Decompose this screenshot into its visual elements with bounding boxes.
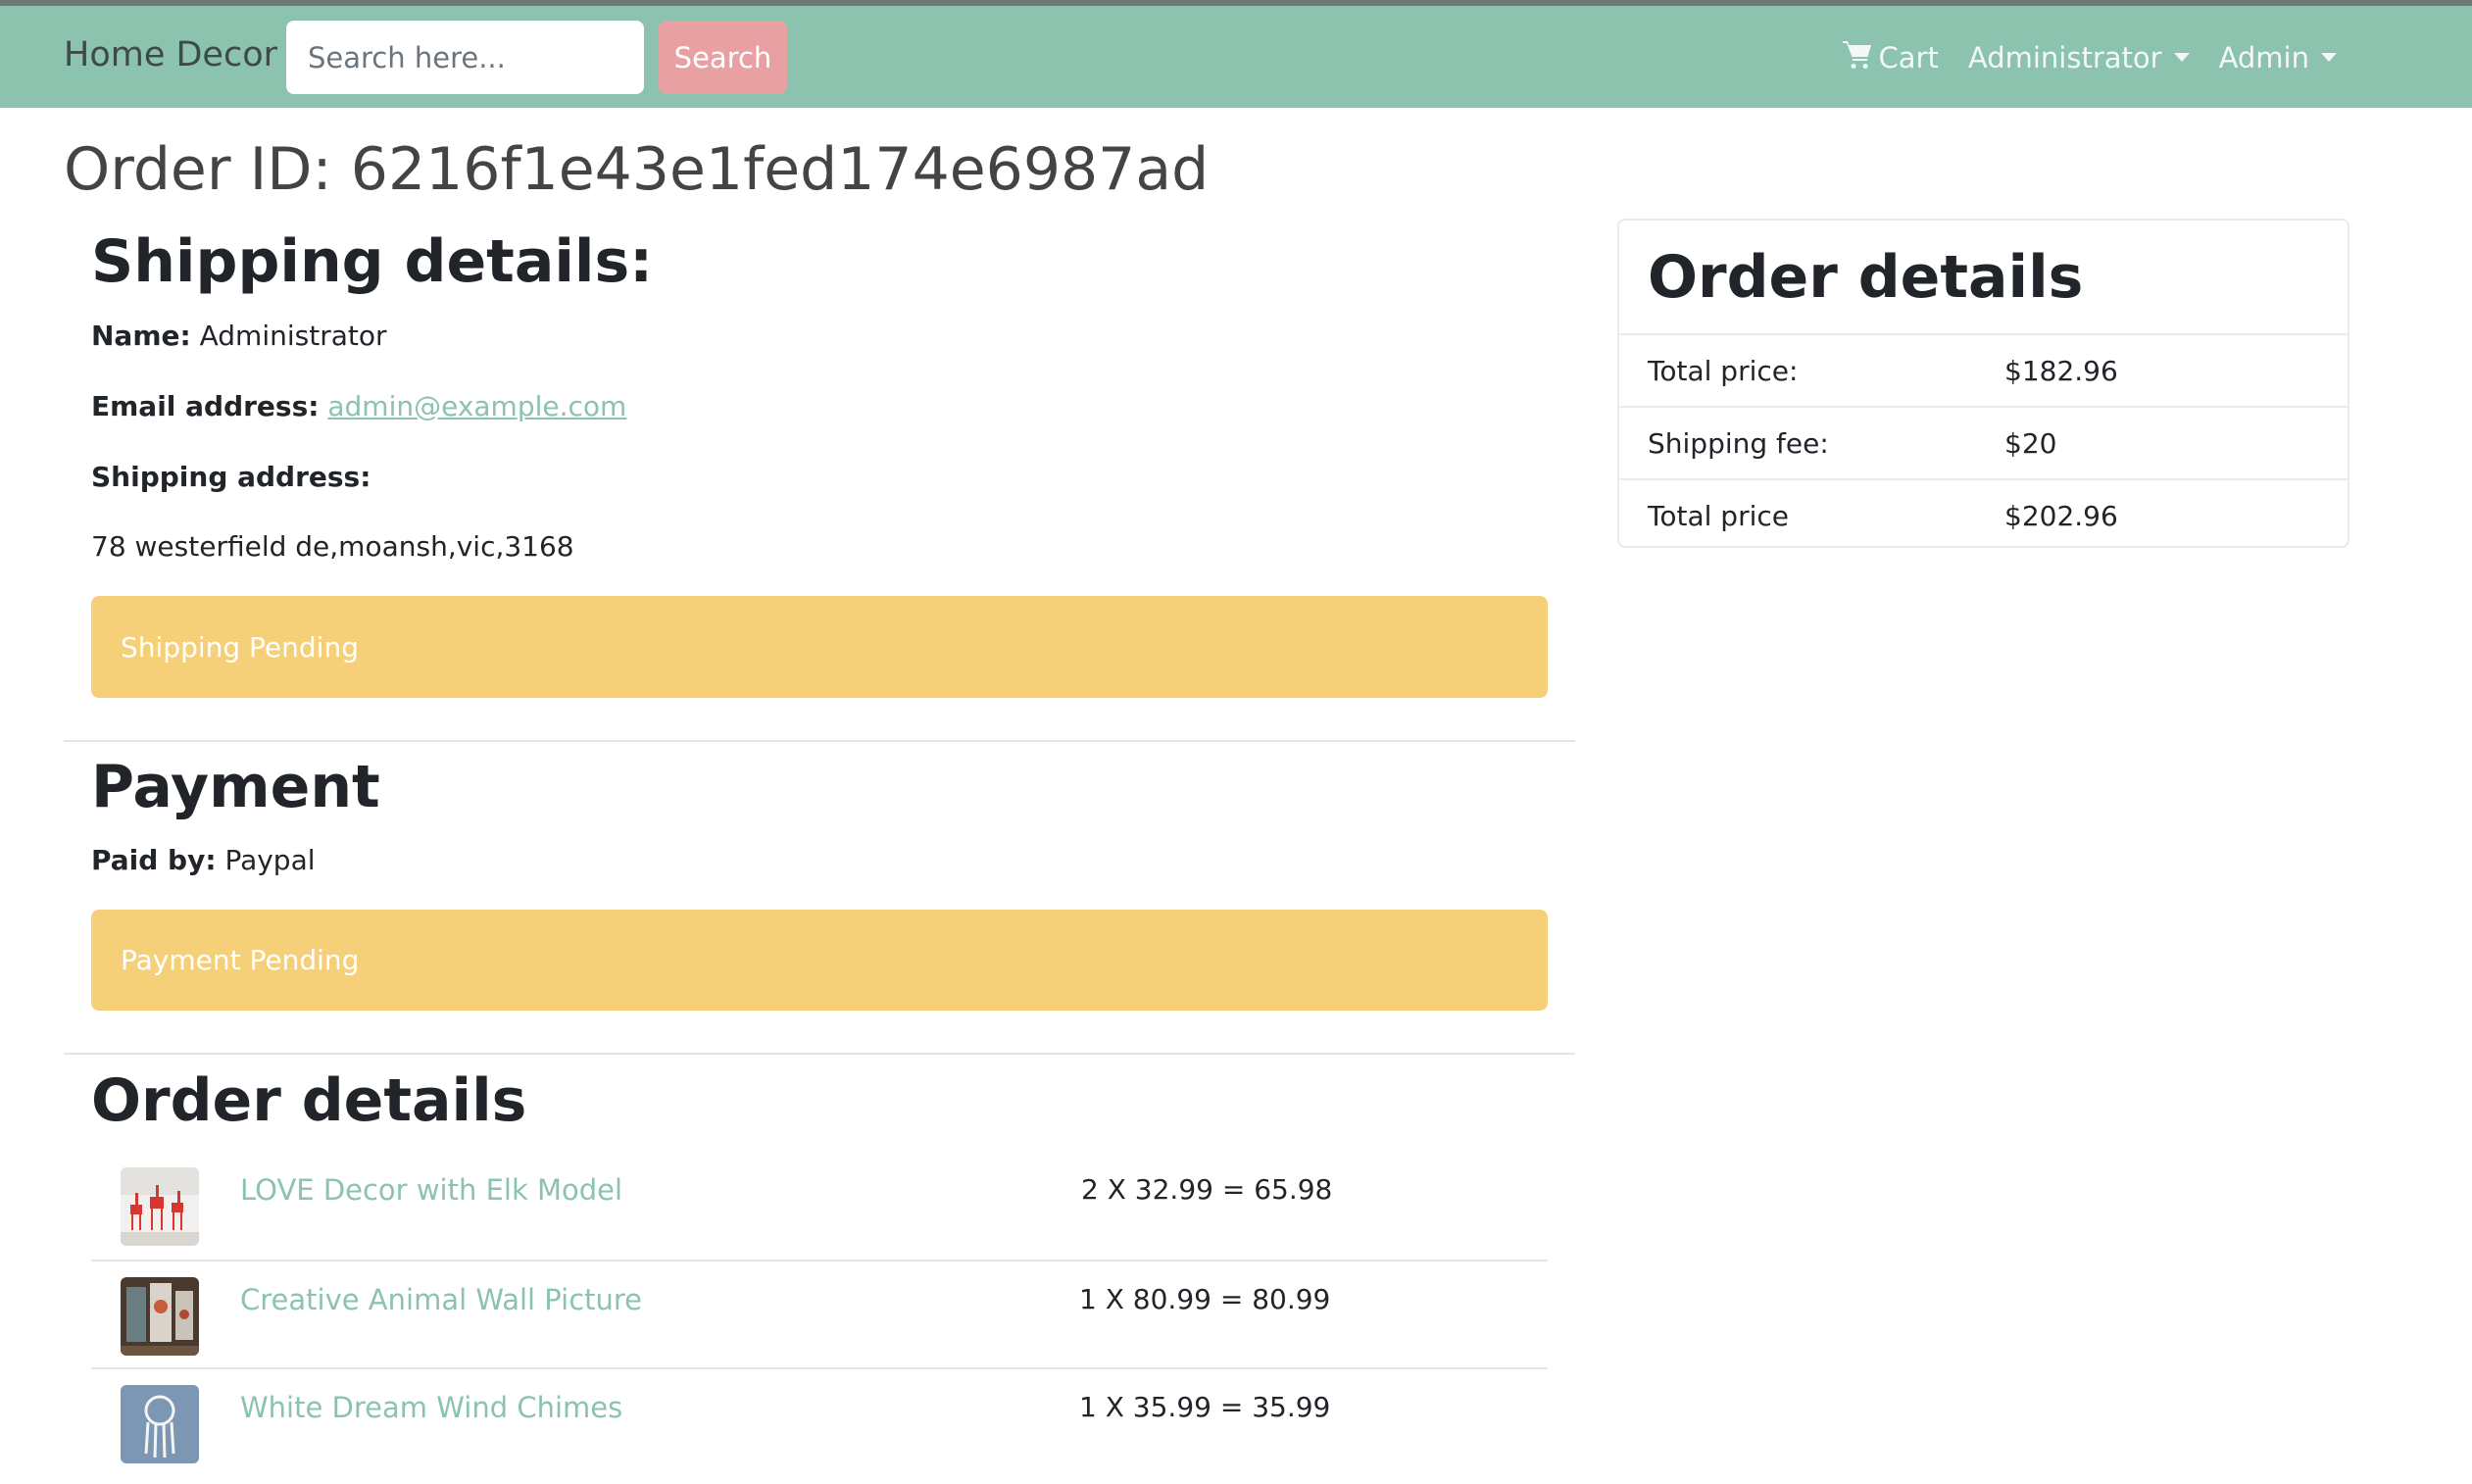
summary-value: $20 (2004, 426, 2057, 460)
cart-label: Cart (1878, 40, 1939, 74)
summary-value: $202.96 (2004, 499, 2118, 532)
item-price-calc: 1 X 80.99 = 80.99 (1079, 1283, 1331, 1315)
summary-value: $182.96 (2004, 354, 2118, 387)
list-item: White Dream Wind Chimes 1 X 35.99 = 35.9… (91, 1367, 1548, 1477)
item-price-calc: 1 X 35.99 = 35.99 (1079, 1391, 1331, 1423)
payment-paid-by: Paid by: Paypal (91, 844, 316, 876)
wind-chimes-thumbnail (121, 1385, 199, 1463)
order-id-title: Order ID: 6216f1e43e1fed174e6987ad (64, 135, 1210, 204)
item-name-link[interactable]: Creative Animal Wall Picture (240, 1283, 642, 1316)
user-menu-label: Administrator (1967, 40, 2162, 74)
shipping-address-label: Shipping address: (91, 461, 371, 493)
summary-row-shipping: Shipping fee: $20 (1619, 408, 2348, 480)
shipping-email: Email address: admin@example.com (91, 390, 626, 422)
search-input[interactable] (286, 21, 644, 94)
shipping-address-value: 78 westerfield de,moansh,vic,3168 (91, 530, 574, 563)
item-name-link[interactable]: White Dream Wind Chimes (240, 1391, 622, 1424)
summary-label: Total price (1648, 499, 1789, 532)
order-summary-card: Order details Total price: $182.96 Shipp… (1617, 219, 2349, 548)
summary-label: Total price: (1648, 354, 1799, 387)
shipping-heading: Shipping details: (91, 227, 654, 296)
summary-row-total: Total price $202.96 (1619, 480, 2348, 551)
divider (64, 740, 1575, 742)
user-menu-dropdown[interactable]: Administrator (1968, 39, 2190, 75)
order-items-heading: Order details (91, 1066, 527, 1135)
search-button[interactable]: Search (659, 21, 787, 94)
paid-by-label: Paid by: (91, 844, 217, 876)
list-item: LOVE Decor with Elk Model 2 X 32.99 = 65… (91, 1152, 1548, 1260)
summary-row-subtotal: Total price: $182.96 (1619, 335, 2348, 408)
shipping-status-alert: Shipping Pending (91, 596, 1548, 698)
list-item: Creative Animal Wall Picture 1 X 80.99 =… (91, 1260, 1548, 1369)
paid-by-value: Paypal (224, 844, 316, 876)
shipping-name: Name: Administrator (91, 320, 386, 352)
brand-logo[interactable]: Home Decor (64, 35, 277, 74)
order-summary-heading: Order details (1619, 221, 2348, 335)
name-label: Name: (91, 320, 191, 352)
cart-icon (1842, 39, 1873, 75)
item-price-calc: 2 X 32.99 = 65.98 (1081, 1173, 1333, 1206)
name-value: Administrator (199, 320, 387, 352)
email-label: Email address: (91, 390, 320, 422)
admin-menu-label: Admin (2218, 40, 2309, 74)
payment-status-alert: Payment Pending (91, 910, 1548, 1011)
summary-label: Shipping fee: (1648, 426, 1829, 460)
address-label: Shipping address: (91, 461, 371, 493)
nav-right: Cart Administrator Admin (1842, 39, 2337, 75)
payment-heading: Payment (91, 753, 380, 821)
cart-link[interactable]: Cart (1842, 39, 1939, 75)
wall-picture-thumbnail (121, 1277, 199, 1356)
admin-menu-dropdown[interactable]: Admin (2219, 39, 2337, 75)
navbar: Home Decor Search Cart Administrator Adm… (0, 6, 2472, 108)
item-name-link[interactable]: LOVE Decor with Elk Model (240, 1173, 622, 1207)
elk-decor-thumbnail (121, 1167, 199, 1246)
caret-down-icon (2173, 53, 2190, 62)
email-link[interactable]: admin@example.com (327, 390, 626, 422)
caret-down-icon (2321, 53, 2337, 62)
divider (64, 1053, 1575, 1055)
